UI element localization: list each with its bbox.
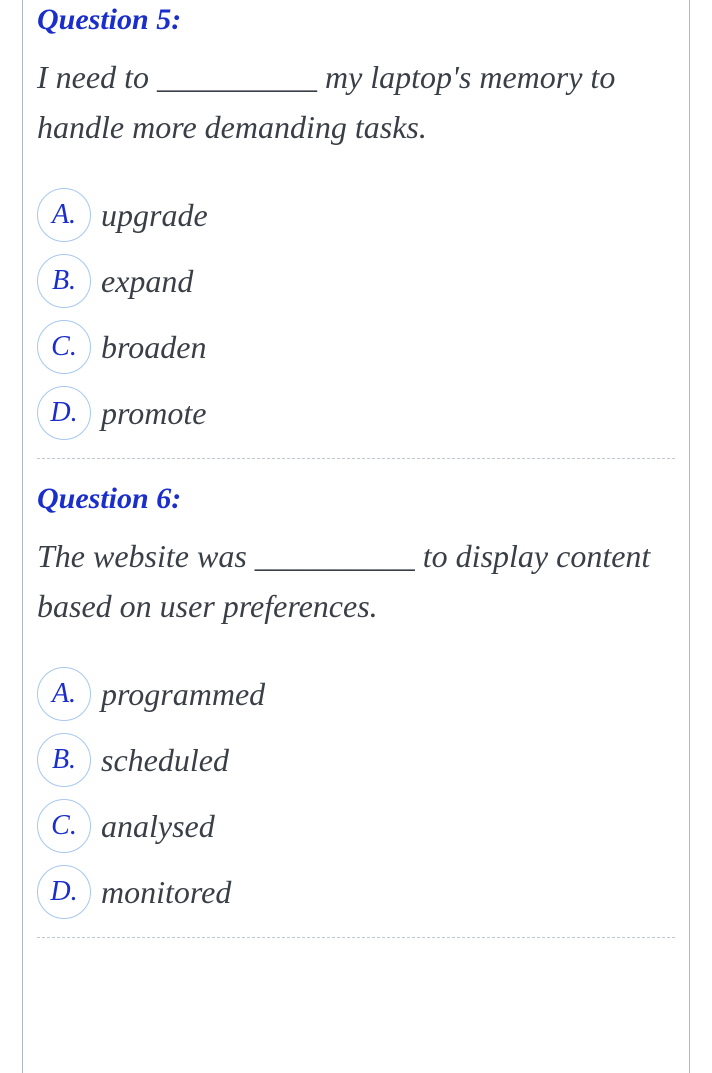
- question-title: Question 5:: [37, 0, 675, 39]
- option-letter: A.: [37, 188, 91, 242]
- option-letter: D.: [37, 386, 91, 440]
- option-letter: D.: [37, 865, 91, 919]
- option-d[interactable]: D. promote: [37, 386, 675, 440]
- option-d[interactable]: D. monitored: [37, 865, 675, 919]
- question-text: I need to __________ my laptop's memory …: [37, 53, 675, 152]
- option-b[interactable]: B. scheduled: [37, 733, 675, 787]
- option-text: programmed: [101, 676, 265, 713]
- options-list: A. upgrade B. expand C. broaden D. promo…: [37, 188, 675, 440]
- question-block: Question 5: I need to __________ my lapt…: [37, 0, 675, 459]
- option-letter: B.: [37, 254, 91, 308]
- quiz-container: Question 5: I need to __________ my lapt…: [22, 0, 690, 1073]
- option-text: broaden: [101, 329, 206, 366]
- option-a[interactable]: A. upgrade: [37, 188, 675, 242]
- option-a[interactable]: A. programmed: [37, 667, 675, 721]
- option-b[interactable]: B. expand: [37, 254, 675, 308]
- question-text: The website was __________ to display co…: [37, 532, 675, 631]
- option-letter: C.: [37, 799, 91, 853]
- option-text: upgrade: [101, 197, 208, 234]
- option-letter: C.: [37, 320, 91, 374]
- option-text: monitored: [101, 874, 231, 911]
- option-c[interactable]: C. broaden: [37, 320, 675, 374]
- option-letter: A.: [37, 667, 91, 721]
- option-text: expand: [101, 263, 193, 300]
- option-c[interactable]: C. analysed: [37, 799, 675, 853]
- question-title: Question 6:: [37, 479, 675, 518]
- option-letter: B.: [37, 733, 91, 787]
- option-text: analysed: [101, 808, 215, 845]
- option-text: scheduled: [101, 742, 229, 779]
- option-text: promote: [101, 395, 206, 432]
- question-block: Question 6: The website was __________ t…: [37, 459, 675, 938]
- options-list: A. programmed B. scheduled C. analysed D…: [37, 667, 675, 919]
